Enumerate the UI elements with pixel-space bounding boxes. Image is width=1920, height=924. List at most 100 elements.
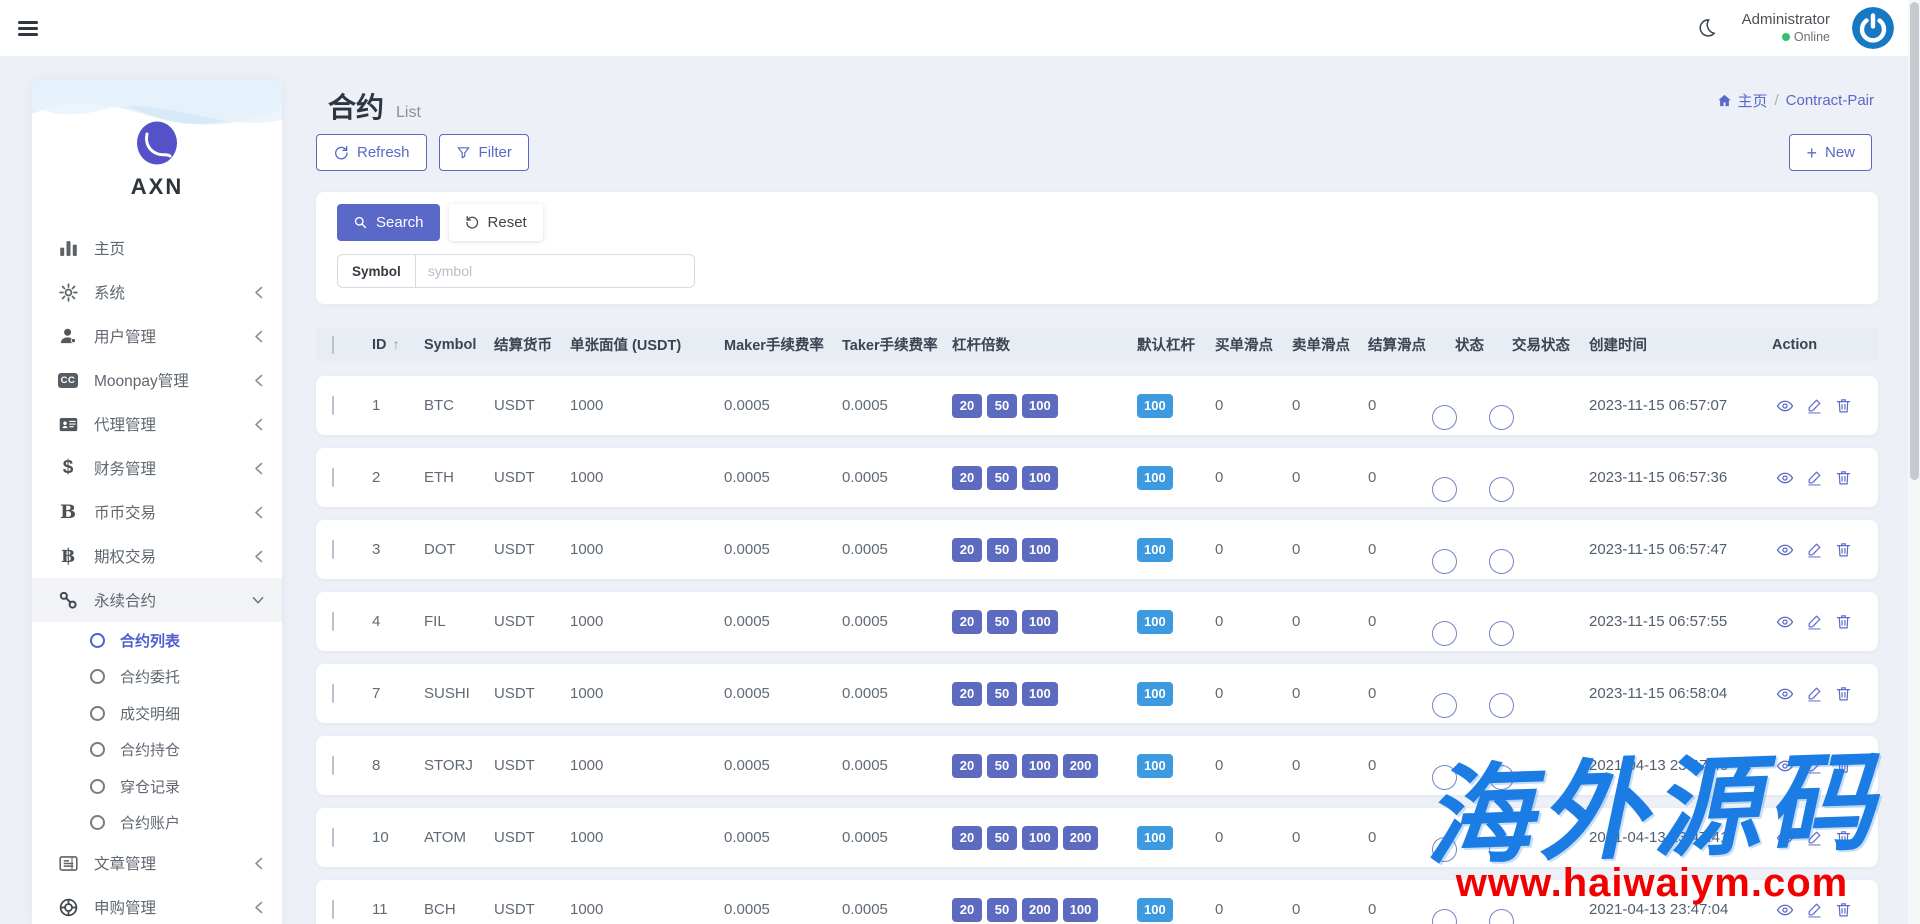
page-title: 合约 [328, 86, 384, 126]
menu-toggle-icon[interactable] [18, 21, 38, 36]
sidebar-item-moonpay[interactable]: CCMoonpay管理 [32, 358, 282, 402]
header--: 卖单滑点 [1292, 334, 1368, 355]
row-checkbox[interactable] [332, 396, 334, 415]
row-checkbox[interactable] [332, 828, 334, 847]
table-row: 4FILUSDT10000.00050.00052050100100000202… [316, 592, 1878, 651]
row-checkbox-cell [316, 469, 372, 486]
sidebar-item-home[interactable]: 主页 [32, 226, 282, 270]
delete-trash-icon[interactable] [1834, 829, 1852, 847]
chevron-left-icon [252, 285, 264, 299]
view-eye-icon[interactable] [1776, 541, 1794, 559]
refresh-button[interactable]: Refresh [316, 134, 427, 171]
delete-trash-icon[interactable] [1834, 613, 1852, 631]
leverage-badge: 20 [952, 394, 982, 418]
edit-pencil-icon[interactable] [1805, 397, 1823, 415]
header-label: 结算货币 [494, 338, 552, 354]
submenu-item-contract-account[interactable]: 合约账户 [32, 805, 282, 842]
avatar[interactable] [1852, 7, 1894, 49]
sidebar-item-options-trade[interactable]: ฿期权交易 [32, 534, 282, 578]
home-icon [1717, 93, 1732, 108]
cell-created-at: 2021-04-13 23:47:40 [1589, 757, 1772, 774]
delete-trash-icon[interactable] [1834, 757, 1852, 775]
scrollbar-thumb[interactable] [1910, 2, 1919, 480]
header-label: Maker手续费率 [724, 338, 824, 354]
cell-sell-slippage: 0 [1292, 613, 1368, 630]
delete-trash-icon[interactable] [1834, 397, 1852, 415]
default-leverage-badge: 100 [1137, 466, 1173, 490]
sidebar-item-subscriptions[interactable]: 申购管理 [32, 885, 282, 924]
cell-default-leverage: 100 [1137, 898, 1215, 922]
cell-symbol: FIL [424, 613, 494, 630]
delete-trash-icon[interactable] [1834, 469, 1852, 487]
user-block[interactable]: Administrator Online [1742, 11, 1830, 45]
reset-button[interactable]: Reset [449, 204, 543, 241]
submenu-item-label: 合约持仓 [120, 739, 180, 760]
view-eye-icon[interactable] [1776, 685, 1794, 703]
search-button[interactable]: Search [337, 204, 440, 241]
cell-actions [1772, 829, 1878, 847]
edit-pencil-icon[interactable] [1805, 685, 1823, 703]
view-eye-icon[interactable] [1776, 613, 1794, 631]
sidebar-item-perpetual[interactable]: 永续合约 [32, 578, 282, 622]
cell-created-at: 2021-04-13 23:47:41 [1589, 829, 1772, 846]
row-checkbox[interactable] [332, 900, 334, 919]
delete-trash-icon[interactable] [1834, 541, 1852, 559]
row-checkbox[interactable] [332, 612, 334, 631]
submenu-item-trade-details[interactable]: 成交明细 [32, 695, 282, 732]
view-eye-icon[interactable] [1776, 397, 1794, 415]
row-checkbox[interactable] [332, 468, 334, 487]
edit-pencil-icon[interactable] [1805, 757, 1823, 775]
cell-maker-fee: 0.0005 [724, 829, 842, 846]
cell-id: 10 [372, 829, 424, 846]
submenu-item-contract-list[interactable]: 合约列表 [32, 622, 282, 659]
view-eye-icon[interactable] [1776, 757, 1794, 775]
breadcrumb-home-link[interactable]: 主页 [1717, 90, 1767, 111]
edit-pencil-icon[interactable] [1805, 829, 1823, 847]
submenu-item-contract-orders[interactable]: 合约委托 [32, 659, 282, 696]
sidebar-item-articles[interactable]: 文章管理 [32, 841, 282, 885]
cell-maker-fee: 0.0005 [724, 613, 842, 630]
sort-asc-icon[interactable]: ↑ [393, 336, 400, 352]
header-label: 结算滑点 [1368, 338, 1426, 354]
sidebar-item-label: 主页 [94, 237, 264, 259]
breadcrumb-current[interactable]: Contract-Pair [1786, 92, 1874, 109]
row-checkbox[interactable] [332, 684, 334, 703]
gear-icon [56, 281, 80, 303]
submenu-perpetual: 合约列表合约委托成交明细合约持仓穿仓记录合约账户 [32, 622, 282, 841]
symbol-input[interactable] [416, 255, 694, 287]
sidebar-item-users[interactable]: 用户管理 [32, 314, 282, 358]
table-row: 10ATOMUSDT10000.00050.000520501002001000… [316, 808, 1878, 867]
sidebar-item-system[interactable]: 系统 [32, 270, 282, 314]
view-eye-icon[interactable] [1776, 829, 1794, 847]
select-all-checkbox[interactable] [332, 336, 334, 354]
submenu-item-liquidation-log[interactable]: 穿仓记录 [32, 768, 282, 805]
user-status: Online [1742, 30, 1830, 46]
submenu-item-label: 穿仓记录 [120, 776, 180, 797]
header--: 买单滑点 [1215, 334, 1292, 355]
new-button[interactable]: + New [1789, 134, 1872, 171]
edit-pencil-icon[interactable] [1805, 901, 1823, 919]
header-label: Action [1772, 337, 1817, 353]
edit-pencil-icon[interactable] [1805, 469, 1823, 487]
scrollbar-track[interactable] [1908, 0, 1920, 924]
view-eye-icon[interactable] [1776, 469, 1794, 487]
row-checkbox[interactable] [332, 756, 334, 775]
sidebar-item-agents[interactable]: 代理管理 [32, 402, 282, 446]
row-checkbox[interactable] [332, 540, 334, 559]
filter-button[interactable]: Filter [439, 134, 529, 171]
dark-mode-moon-icon[interactable] [1692, 14, 1720, 42]
cell-face-value: 1000 [570, 901, 724, 918]
row-checkbox-cell [316, 397, 372, 414]
sidebar-item-finance[interactable]: $财务管理 [32, 446, 282, 490]
cell-id: 2 [372, 469, 424, 486]
delete-trash-icon[interactable] [1834, 685, 1852, 703]
symbol-filter-field: Symbol [337, 254, 695, 288]
cell-buy-slippage: 0 [1215, 901, 1292, 918]
submenu-item-contract-position[interactable]: 合约持仓 [32, 732, 282, 769]
edit-pencil-icon[interactable] [1805, 613, 1823, 631]
edit-pencil-icon[interactable] [1805, 541, 1823, 559]
sidebar-item-spot-trade[interactable]: B币币交易 [32, 490, 282, 534]
cell-actions [1772, 397, 1878, 415]
view-eye-icon[interactable] [1776, 901, 1794, 919]
delete-trash-icon[interactable] [1834, 901, 1852, 919]
